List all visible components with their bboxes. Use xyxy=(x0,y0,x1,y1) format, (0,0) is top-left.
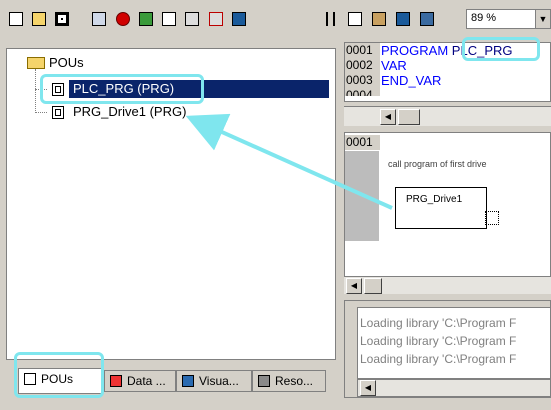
annotation-arrow xyxy=(185,113,393,210)
